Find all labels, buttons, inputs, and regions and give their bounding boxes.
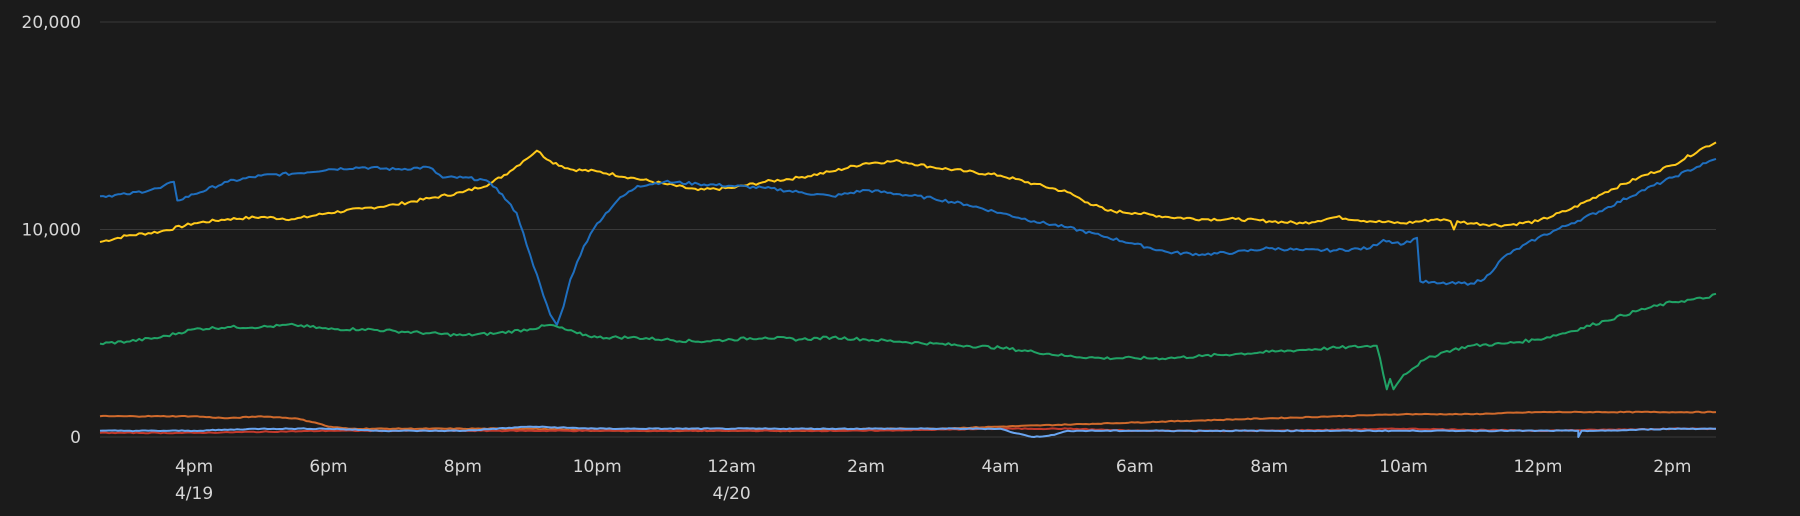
x-tick-label: 10am <box>1379 457 1428 477</box>
y-tick-label: 0 <box>70 428 81 448</box>
x-tick-label: 2pm <box>1653 457 1691 477</box>
x-tick-label: 12pm <box>1513 457 1562 477</box>
x-axis-ticks: 4pm 4/19 6pm 8pm 10pm 12am 4/20 2am 4am 6am 8am 10a… <box>175 457 1691 504</box>
x-tick-label: 12am <box>707 457 756 477</box>
x-tick-date-label: 4/19 <box>175 484 213 504</box>
line-chart: 0 10,000 20,000 4pm 4/19 6pm 8pm 10pm 12am 4/20 2… <box>0 0 1800 512</box>
y-axis-ticks: 0 10,000 20,000 <box>22 13 81 448</box>
grid-layer <box>100 21 1716 438</box>
x-tick-label: 8am <box>1250 457 1288 477</box>
x-tick-label: 4am <box>981 457 1019 477</box>
x-tick-label: 8pm <box>444 457 482 477</box>
series-line-2 <box>99 292 1717 391</box>
y-tick-label: 10,000 <box>22 221 81 241</box>
series-line-1 <box>99 157 1717 326</box>
x-tick-label: 6pm <box>309 457 347 477</box>
x-tick-label: 4pm <box>175 457 213 477</box>
x-tick-label: 6am <box>1116 457 1154 477</box>
series-layer <box>99 141 1717 438</box>
series-line-0 <box>99 141 1717 243</box>
chart-svg: 0 10,000 20,000 4pm 4/19 6pm 8pm 10pm 12am 4/20 2… <box>22 13 1717 504</box>
x-tick-date-label: 4/20 <box>713 484 751 504</box>
x-tick-label: 10pm <box>573 457 622 477</box>
x-tick-label: 2am <box>847 457 885 477</box>
y-tick-label: 20,000 <box>22 13 81 33</box>
